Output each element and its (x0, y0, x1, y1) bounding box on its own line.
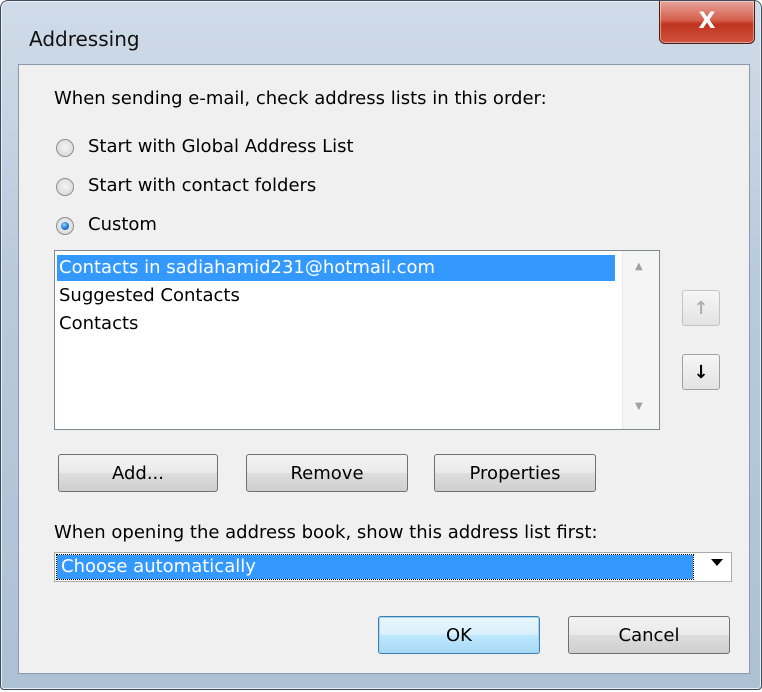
radio-label-global-address-list[interactable]: Start with Global Address List (88, 136, 354, 157)
radio-label-custom[interactable]: Custom (88, 214, 157, 235)
list-item[interactable]: Contacts in sadiahamid231@hotmail.com (57, 255, 615, 281)
radio-custom[interactable] (56, 217, 74, 235)
radio-contact-folders[interactable] (56, 178, 74, 196)
ok-button[interactable]: OK (378, 616, 540, 654)
close-button[interactable]: X (659, 1, 755, 44)
remove-button[interactable]: Remove (246, 454, 408, 492)
arrow-up-icon: ↑ (693, 297, 709, 319)
arrow-down-icon: ↓ (693, 361, 709, 383)
cancel-button[interactable]: Cancel (568, 616, 730, 654)
list-scrollbar[interactable]: ▲ ▼ (622, 251, 659, 429)
dropdown-selected-value[interactable]: Choose automatically (56, 554, 694, 580)
move-down-button[interactable]: ↓ (682, 354, 720, 390)
add-button[interactable]: Add... (58, 454, 218, 492)
address-list-dropdown[interactable]: Choose automatically (54, 552, 732, 582)
properties-button[interactable]: Properties (434, 454, 596, 492)
list-item[interactable]: Contacts (59, 311, 138, 337)
address-book-instruction: When opening the address book, show this… (54, 522, 598, 543)
move-up-button[interactable]: ↑ (682, 290, 720, 326)
scroll-down-arrow-icon[interactable]: ▼ (635, 401, 643, 412)
address-list-box[interactable]: Contacts in sadiahamid231@hotmail.com Su… (54, 250, 660, 430)
send-order-instruction: When sending e-mail, check address lists… (54, 88, 547, 109)
window-title: Addressing (29, 27, 140, 51)
list-item[interactable]: Suggested Contacts (59, 283, 240, 309)
radio-label-contact-folders[interactable]: Start with contact folders (88, 175, 316, 196)
chevron-down-icon[interactable] (711, 559, 723, 566)
close-icon: X (698, 9, 716, 34)
scroll-up-arrow-icon[interactable]: ▲ (635, 261, 643, 272)
radio-global-address-list[interactable] (56, 139, 74, 157)
